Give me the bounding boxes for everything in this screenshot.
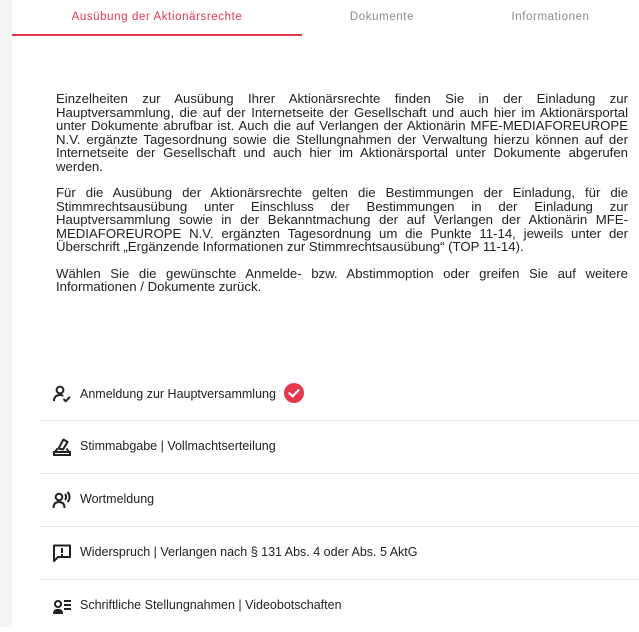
option-label: Schriftliche Stellungnahmen | Videobotsc…	[80, 598, 342, 612]
option-wortmeldung[interactable]: Wortmeldung	[40, 474, 639, 527]
alert-message-icon	[53, 544, 71, 562]
tab-aktionaersrechte[interactable]: Ausübung der Aktionärsrechte	[12, 0, 302, 34]
user-check-icon	[53, 385, 71, 403]
check-circle-icon	[283, 383, 304, 403]
option-label: Wortmeldung	[80, 492, 155, 506]
user-list-icon	[53, 600, 71, 614]
active-tab-indicator	[12, 34, 302, 36]
option-label: Anmeldung zur Hauptversammlung	[80, 383, 304, 403]
paragraph-choose: Wählen Sie die gewünschte Anmelde- bzw. …	[56, 265, 628, 294]
speaking-user-icon	[52, 491, 71, 509]
option-widerspruch[interactable]: Widerspruch | Verlangen nach § 131 Abs. …	[40, 527, 639, 580]
option-stellungnahmen[interactable]: Schriftliche Stellungnahmen | Videobotsc…	[40, 580, 639, 632]
ballot-box-icon	[53, 438, 71, 456]
option-label: Widerspruch | Verlangen nach § 131 Abs. …	[80, 545, 418, 559]
info-text: Einzelheiten zur Ausübung Ihrer Aktionär…	[56, 92, 628, 307]
option-anmeldung[interactable]: Anmeldung zur Hauptversammlung	[40, 368, 639, 421]
tab-bar: Ausübung der Aktionärsrechte Dokumente I…	[12, 0, 639, 36]
tab-dokumente[interactable]: Dokumente	[302, 0, 462, 34]
tab-informationen[interactable]: Informationen	[462, 0, 639, 34]
options-list: Anmeldung zur Hauptversammlung Stimmabga…	[40, 368, 639, 632]
paragraph-rules: Für die Ausübung der Aktionärsrechte gel…	[56, 185, 628, 254]
left-edge	[0, 0, 12, 627]
option-label: Stimmabgabe | Vollmachtserteilung	[80, 439, 276, 453]
paragraph-details: Einzelheiten zur Ausübung Ihrer Aktionär…	[56, 91, 628, 174]
option-stimmabgabe[interactable]: Stimmabgabe | Vollmachtserteilung	[40, 421, 639, 474]
